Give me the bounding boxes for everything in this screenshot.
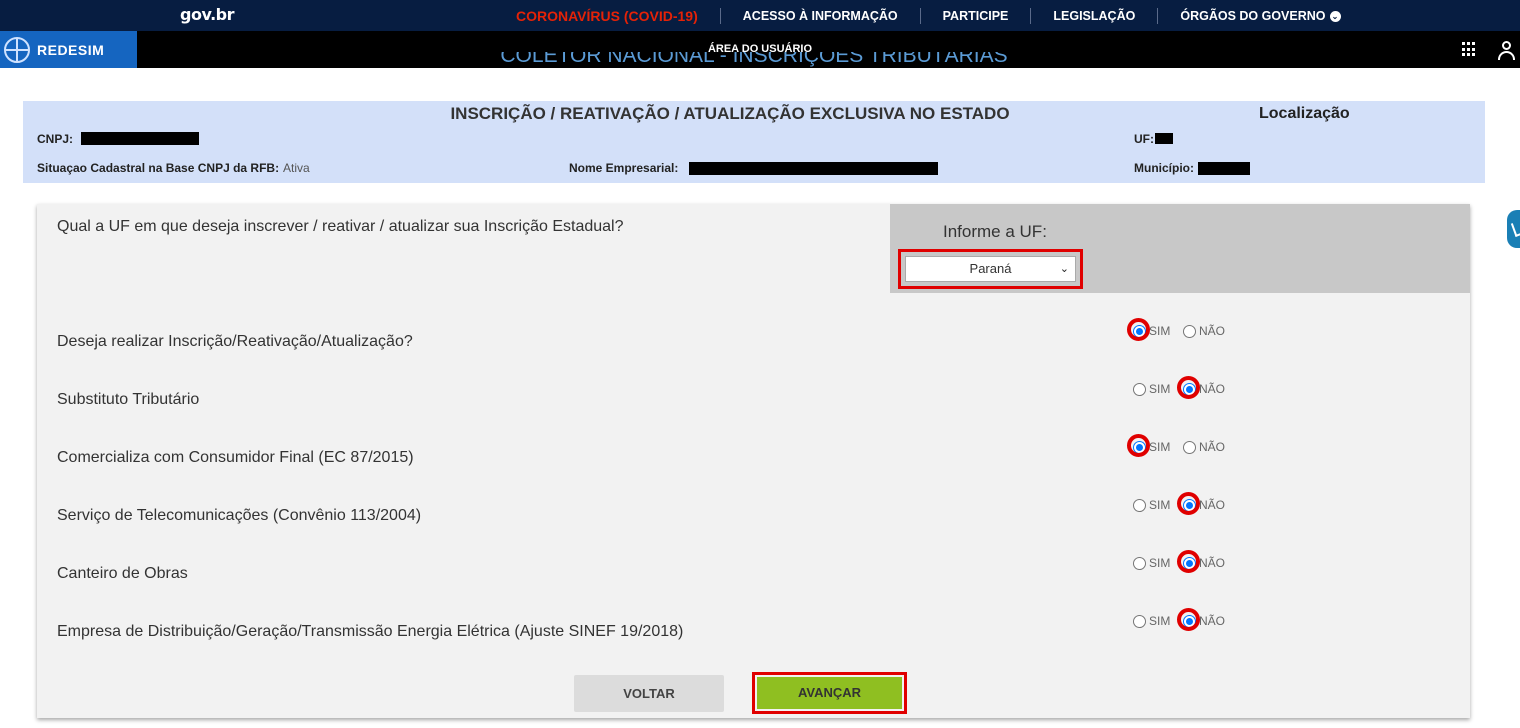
uf-selected-value: Paraná xyxy=(969,261,1012,276)
uf-prompt: Informe a UF: xyxy=(943,222,1047,241)
selection-highlight xyxy=(1127,318,1150,341)
question-row: Substituto Tributário SIM NÃO xyxy=(37,376,1470,422)
yes-radio[interactable] xyxy=(1133,614,1146,628)
no-radio[interactable] xyxy=(1183,324,1196,338)
question-row: Empresa de Distribuição/Geração/Transmis… xyxy=(37,608,1470,654)
selection-highlight xyxy=(1177,376,1200,399)
yes-label: SIM xyxy=(1149,498,1171,512)
yes-label: SIM xyxy=(1149,440,1171,454)
uf-question: Qual a UF em que deseja inscrever / reat… xyxy=(57,218,624,235)
yes-radio[interactable] xyxy=(1133,382,1146,396)
nome-redacted xyxy=(689,162,938,175)
yes-label: SIM xyxy=(1149,382,1171,396)
yes-option[interactable]: SIM xyxy=(1133,498,1170,512)
company-info-header: INSCRIÇÃO / REATIVAÇÃO / ATUALIZAÇÃO EXC… xyxy=(23,101,1485,183)
yes-option[interactable]: SIM xyxy=(1133,614,1170,628)
selection-highlight xyxy=(1177,550,1200,573)
acesso-informacao-link[interactable]: ACESSO À INFORMAÇÃO xyxy=(719,7,920,24)
nome-empresarial-label: Nome Empresarial: xyxy=(569,161,679,175)
cnpj-label: CNPJ: xyxy=(37,132,74,146)
municipio-redacted xyxy=(1198,162,1250,175)
accessibility-tab-icon[interactable] xyxy=(1507,210,1520,248)
avancar-button[interactable]: AVANÇAR xyxy=(757,677,902,709)
gov-top-bar: gov.br CORONAVÍRUS (COVID-19) ACESSO À I… xyxy=(0,0,1520,31)
no-label: NÃO xyxy=(1199,324,1226,338)
no-label: NÃO xyxy=(1199,556,1226,570)
avancar-highlight: AVANÇAR xyxy=(752,672,907,714)
selection-highlight xyxy=(1177,608,1200,631)
uf-select[interactable]: Paraná ⌄ xyxy=(905,256,1076,282)
question-text: Comercializa com Consumidor Final (EC 87… xyxy=(57,449,414,466)
question-text: Canteiro de Obras xyxy=(57,565,188,582)
page-title: COLETOR NACIONAL - INSCRIÇÕES TRIBUTÁRIA… xyxy=(500,52,1008,67)
chevron-down-icon: ⌄ xyxy=(1059,263,1069,275)
question-text: Substituto Tributário xyxy=(57,391,200,408)
chevron-down-icon: ⌄ xyxy=(1329,10,1341,22)
yes-option[interactable]: SIM xyxy=(1133,382,1170,396)
no-label: NÃO xyxy=(1199,440,1226,454)
participe-link[interactable]: PARTICIPE xyxy=(919,7,1031,24)
question-text: Serviço de Telecomunicações (Convênio 11… xyxy=(57,507,422,524)
no-option[interactable]: NÃO xyxy=(1183,440,1225,454)
yes-radio[interactable] xyxy=(1133,498,1146,512)
yes-radio[interactable] xyxy=(1133,556,1146,570)
no-option[interactable]: NÃO xyxy=(1183,324,1225,338)
question-row: Serviço de Telecomunicações (Convênio 11… xyxy=(37,492,1470,538)
question-row: Canteiro de Obras SIM NÃO xyxy=(37,550,1470,596)
orgaos-governo-link[interactable]: ÓRGÃOS DO GOVERNO ⌄ xyxy=(1157,7,1362,24)
no-radio[interactable] xyxy=(1183,440,1196,454)
govbr-logo[interactable]: gov.br xyxy=(180,5,235,24)
selection-highlight xyxy=(1127,434,1150,457)
selection-highlight xyxy=(1177,492,1200,515)
covid-link[interactable]: CORONAVÍRUS (COVID-19) xyxy=(516,8,720,24)
orgaos-governo-label: ÓRGÃOS DO GOVERNO xyxy=(1180,8,1326,23)
uf-label: UF: xyxy=(1134,132,1154,146)
uf-redacted xyxy=(1155,133,1173,144)
municipio-label: Município: xyxy=(1134,161,1194,175)
gov-nav: CORONAVÍRUS (COVID-19) ACESSO À INFORMAÇ… xyxy=(516,0,1363,31)
no-label: NÃO xyxy=(1199,382,1226,396)
question-row: Deseja realizar Inscrição/Reativação/Atu… xyxy=(37,318,1470,364)
situacao-label: Situaçao Cadastral na Base CNPJ da RFB: xyxy=(37,161,280,175)
voltar-button[interactable]: VOLTAR xyxy=(574,675,724,712)
localizacao-title: Localização xyxy=(1259,105,1350,122)
uf-select-highlight: Paraná ⌄ xyxy=(898,249,1083,289)
question-row: Comercializa com Consumidor Final (EC 87… xyxy=(37,434,1470,480)
legislacao-link[interactable]: LEGISLAÇÃO xyxy=(1030,7,1157,24)
uf-select-panel: Informe a UF: Paraná ⌄ xyxy=(890,204,1470,293)
cnpj-redacted xyxy=(81,132,199,145)
yes-label: SIM xyxy=(1149,556,1171,570)
yes-option[interactable]: SIM xyxy=(1133,556,1170,570)
no-label: NÃO xyxy=(1199,498,1226,512)
question-text: Deseja realizar Inscrição/Reativação/Atu… xyxy=(57,333,413,350)
yes-label: SIM xyxy=(1149,614,1171,628)
header-title: INSCRIÇÃO / REATIVAÇÃO / ATUALIZAÇÃO EXC… xyxy=(450,104,1010,123)
form-card: Qual a UF em que deseja inscrever / reat… xyxy=(37,204,1470,718)
yes-label: SIM xyxy=(1149,324,1171,338)
no-label: NÃO xyxy=(1199,614,1226,628)
situacao-value: Ativa xyxy=(283,161,310,175)
question-text: Empresa de Distribuição/Geração/Transmis… xyxy=(57,623,684,640)
